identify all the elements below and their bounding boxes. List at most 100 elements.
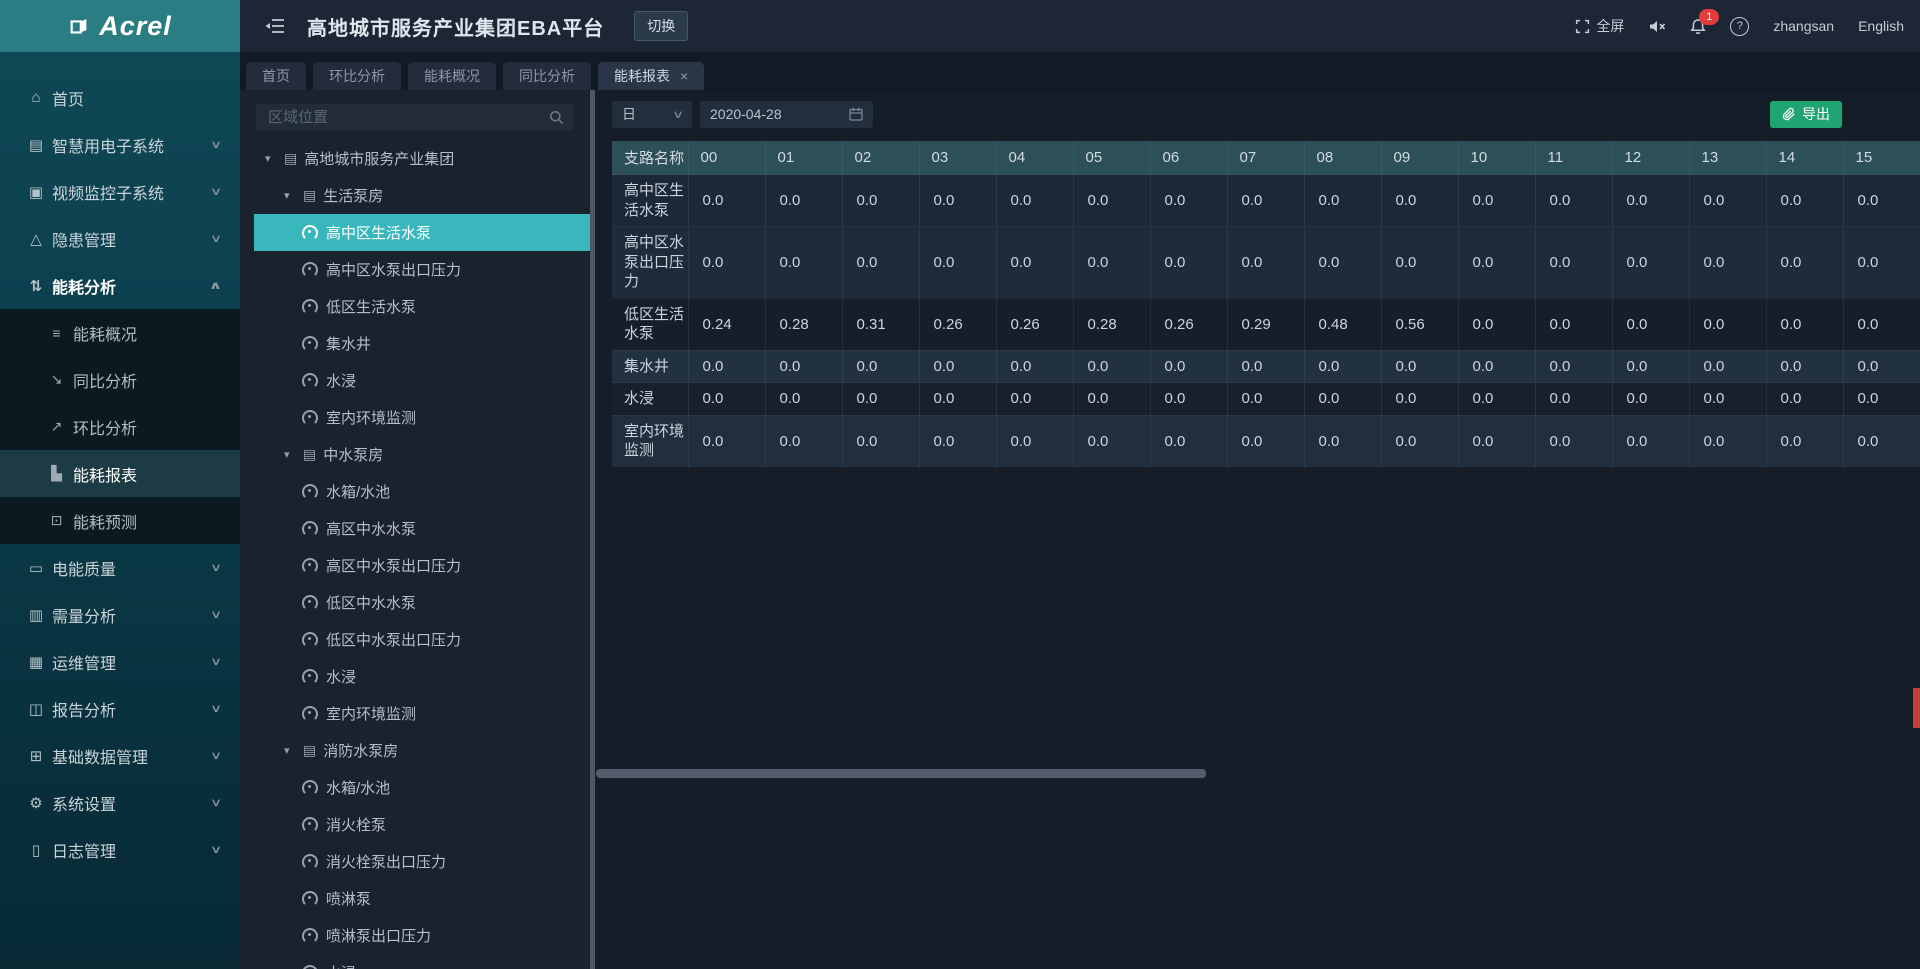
value-cell: 0.0 (1766, 350, 1843, 383)
sidebar-item-ops-management[interactable]: ▦运维管理∨ (0, 638, 240, 685)
search-icon[interactable] (549, 110, 564, 125)
value-cell: 0.0 (842, 175, 919, 227)
value-cell: 0.29 (1227, 298, 1304, 350)
value-cell: 0.0 (1073, 383, 1150, 416)
help-icon[interactable]: ? (1730, 17, 1749, 36)
chevron-down-icon: ∨ (210, 655, 222, 668)
base-data-icon: ⊞ (28, 747, 44, 765)
acrel-logo: Acrel (0, 0, 240, 52)
tree-node-label: 水箱/水池 (326, 481, 390, 502)
sidebar-subitem-yoy-analysis[interactable]: ↘同比分析 (0, 356, 240, 403)
tree-caret-icon[interactable]: ▾ (265, 152, 284, 165)
sidebar-subitem-mom-analysis[interactable]: ↗环比分析 (0, 403, 240, 450)
tree-device-node[interactable]: 水浸 (240, 658, 590, 695)
value-cell: 0.0 (996, 227, 1073, 299)
tree-device-node[interactable]: 水箱/水池 (240, 769, 590, 806)
value-cell: 0.0 (1150, 227, 1227, 299)
value-cell: 0.28 (765, 298, 842, 350)
sidebar-subitem-energy-overview[interactable]: ≡能耗概况 (0, 309, 240, 356)
tree-group-node[interactable]: ▾▤高地城市服务产业集团 (240, 140, 590, 177)
demand-analysis-icon: ▥ (28, 606, 44, 624)
tab-mom-analysis[interactable]: 环比分析 (313, 62, 401, 90)
value-cell: 0.0 (1381, 383, 1458, 416)
value-cell: 0.0 (1612, 227, 1689, 299)
value-cell: 0.0 (688, 227, 765, 299)
tree-device-node[interactable]: 低区中水水泵 (240, 584, 590, 621)
sidebar-item-smart-power[interactable]: ▤智慧用电子系统∨ (0, 121, 240, 168)
export-button[interactable]: 导出 (1770, 101, 1842, 128)
tree-device-node[interactable]: 高中区水泵出口压力 (240, 251, 590, 288)
column-header-hour-04: 04 (996, 141, 1073, 175)
ops-management-icon: ▦ (28, 653, 44, 671)
tree-device-node[interactable]: 高区中水泵出口压力 (240, 547, 590, 584)
value-cell: 0.0 (1612, 298, 1689, 350)
notification-bell[interactable]: 1 (1690, 18, 1706, 35)
chevron-down-icon: ∨ (210, 138, 222, 151)
tree-device-node[interactable]: 消火栓泵 (240, 806, 590, 843)
tree-group-node[interactable]: ▾▤中水泵房 (240, 436, 590, 473)
value-cell: 0.0 (1073, 175, 1150, 227)
language-switch[interactable]: English (1858, 18, 1904, 34)
tree-caret-icon[interactable]: ▾ (284, 189, 303, 202)
tree-device-node[interactable]: 水箱/水池 (240, 473, 590, 510)
tree-device-node[interactable]: 喷淋泵出口压力 (240, 917, 590, 954)
fullscreen-button[interactable]: 全屏 (1575, 16, 1624, 36)
value-cell: 0.0 (1535, 350, 1612, 383)
sidebar-item-log-management[interactable]: ▯日志管理∨ (0, 826, 240, 873)
tree-caret-icon[interactable]: ▾ (284, 448, 303, 461)
tree-device-node[interactable]: 室内环境监测 (240, 695, 590, 732)
tree-group-node[interactable]: ▾▤消防水泵房 (240, 732, 590, 769)
tab-energy-report[interactable]: 能耗报表× (598, 62, 704, 90)
sidebar-item-video-monitor[interactable]: ▣视频监控子系统∨ (0, 168, 240, 215)
tree-device-node[interactable]: 水浸 (240, 954, 590, 969)
sidebar-item-system-settings[interactable]: ⚙系统设置∨ (0, 779, 240, 826)
acrel-logo-text: Acrel (99, 11, 172, 42)
sidebar-subitem-energy-forecast[interactable]: ⊡能耗预测 (0, 497, 240, 544)
sidebar-item-label: 日志管理 (52, 838, 212, 862)
tree-device-node[interactable]: 高区中水水泵 (240, 510, 590, 547)
date-picker[interactable]: 2020-04-28 (700, 101, 873, 128)
sidebar-item-demand-analysis[interactable]: ▥需量分析∨ (0, 591, 240, 638)
tree-search-input[interactable] (266, 108, 549, 127)
value-cell: 0.0 (1150, 415, 1227, 467)
sidebar-subitem-energy-report[interactable]: ▙能耗报表 (0, 450, 240, 497)
value-cell: 0.0 (1689, 175, 1766, 227)
switch-button[interactable]: 切换 (634, 11, 688, 41)
vertical-scrollbar-thumb[interactable] (1913, 688, 1920, 728)
sidebar-item-hazard[interactable]: △隐患管理∨ (0, 215, 240, 262)
chevron-down-icon: ∨ (210, 185, 222, 198)
sidebar-item-report-analysis[interactable]: ◫报告分析∨ (0, 685, 240, 732)
tab-yoy-analysis[interactable]: 同比分析 (503, 62, 591, 90)
tree-device-node[interactable]: 室内环境监测 (240, 399, 590, 436)
table-row: 集水井0.00.00.00.00.00.00.00.00.00.00.00.00… (612, 350, 1920, 383)
sidebar-item-base-data[interactable]: ⊞基础数据管理∨ (0, 732, 240, 779)
value-cell: 0.0 (1612, 383, 1689, 416)
sidebar-item-home[interactable]: ⌂首页 (0, 74, 240, 121)
tree-device-node[interactable]: 低区中水泵出口压力 (240, 621, 590, 658)
period-select[interactable]: 日 ∨ (612, 101, 692, 128)
tree-device-node[interactable]: 集水井 (240, 325, 590, 362)
paperclip-icon (1782, 107, 1796, 121)
home-icon: ⌂ (28, 89, 44, 106)
value-cell: 0.0 (1227, 175, 1304, 227)
tree-device-node[interactable]: 低区生活水泵 (240, 288, 590, 325)
sidebar-item-energy-analysis[interactable]: ⇅能耗分析∧ (0, 262, 240, 309)
tab-energy-overview[interactable]: 能耗概况 (408, 62, 496, 90)
mute-icon[interactable] (1648, 19, 1666, 34)
sidebar-item-power-quality[interactable]: ▭电能质量∨ (0, 544, 240, 591)
username[interactable]: zhangsan (1773, 18, 1834, 34)
horizontal-scrollbar-thumb[interactable] (596, 769, 1206, 778)
tab-home[interactable]: 首页 (246, 62, 306, 90)
gauge-icon (302, 854, 318, 870)
tree-device-node[interactable]: 水浸 (240, 362, 590, 399)
tab-close-icon[interactable]: × (680, 68, 688, 84)
tree-device-node[interactable]: 消火栓泵出口压力 (240, 843, 590, 880)
tree-caret-icon[interactable]: ▾ (284, 744, 303, 757)
tree-device-node[interactable]: 高中区生活水泵 (254, 214, 590, 251)
value-cell: 0.0 (1535, 415, 1612, 467)
collapse-menu-icon[interactable] (265, 18, 285, 34)
chevron-down-icon: ∨ (210, 232, 222, 245)
tree-device-node[interactable]: 喷淋泵 (240, 880, 590, 917)
value-cell: 0.0 (1689, 227, 1766, 299)
tree-group-node[interactable]: ▾▤生活泵房 (240, 177, 590, 214)
